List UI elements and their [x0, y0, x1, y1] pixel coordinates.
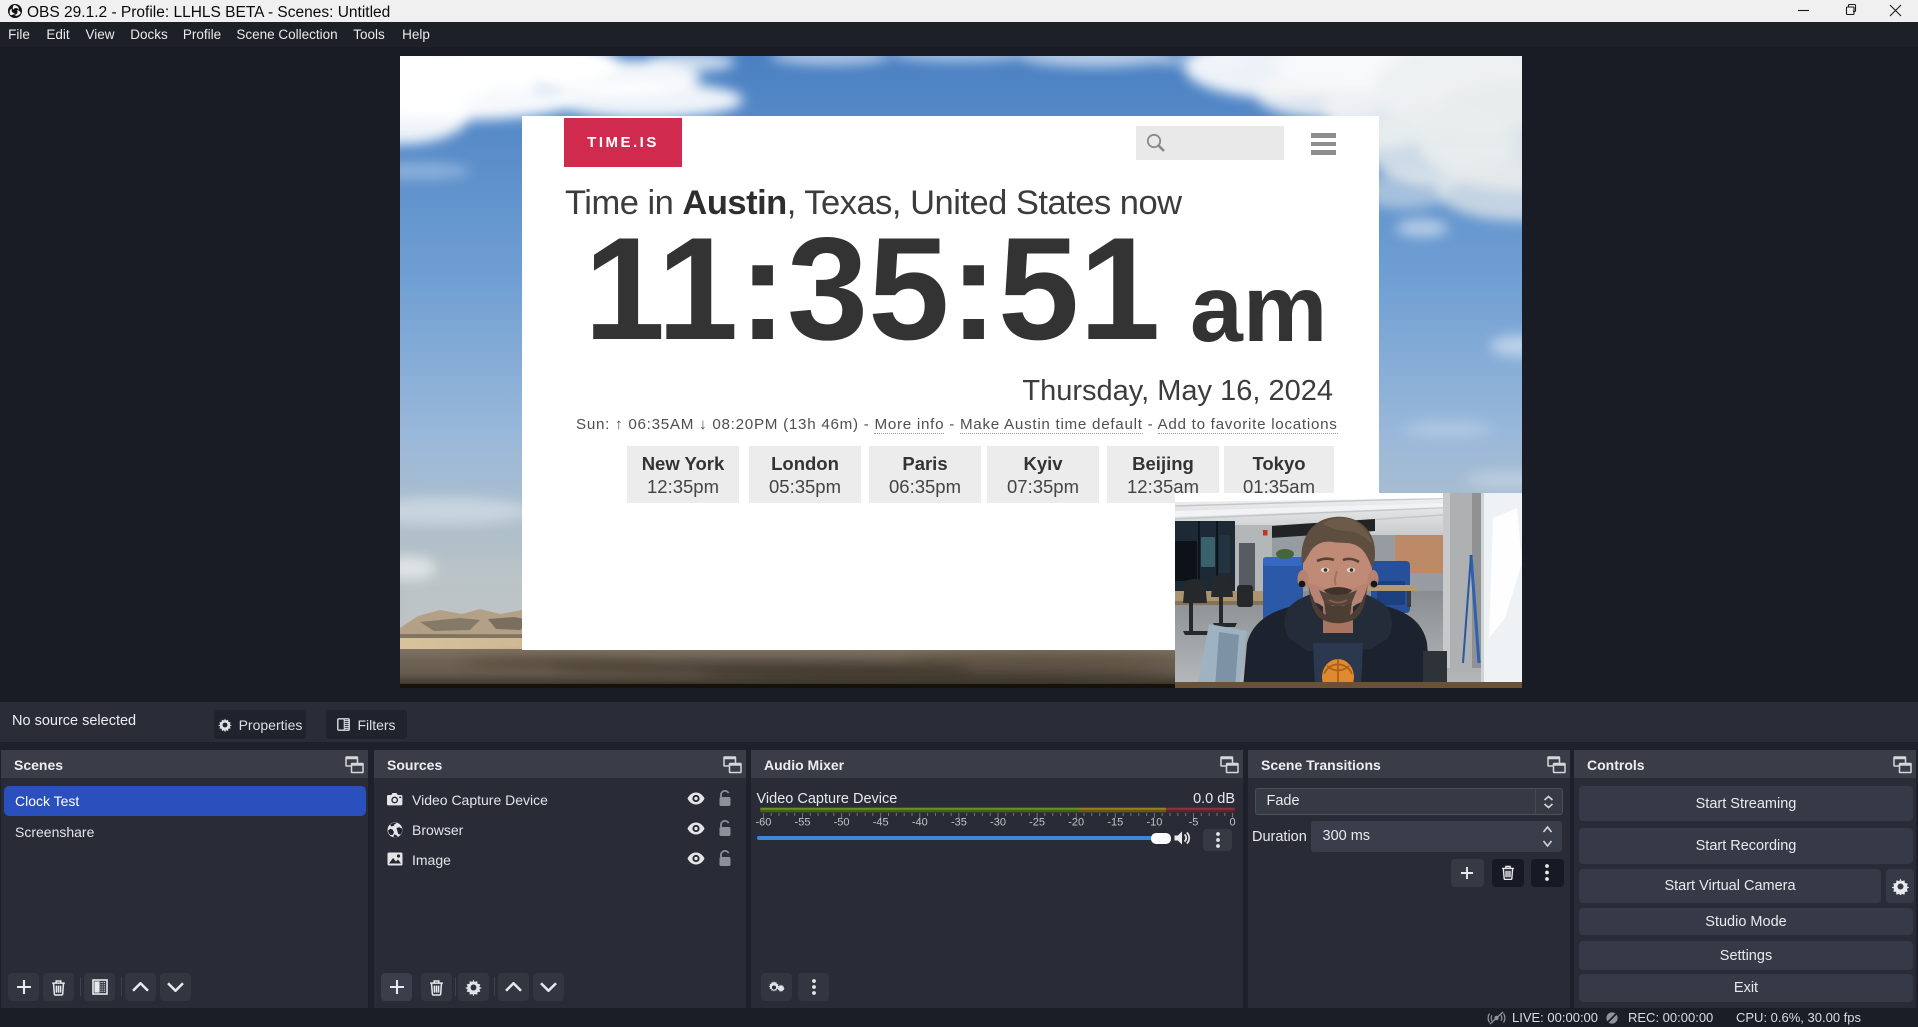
svg-text:-15: -15 — [1107, 817, 1123, 829]
svg-text:-10: -10 — [1146, 817, 1162, 829]
svg-text:-40: -40 — [912, 817, 928, 829]
svg-text:-50: -50 — [834, 817, 850, 829]
svg-text:-30: -30 — [990, 817, 1006, 829]
svg-text:0: 0 — [1230, 817, 1236, 829]
svg-text:-5: -5 — [1189, 817, 1199, 829]
svg-text:-60: -60 — [755, 817, 771, 829]
svg-text:-55: -55 — [795, 817, 811, 829]
svg-text:-45: -45 — [873, 817, 889, 829]
svg-text:-20: -20 — [1068, 817, 1084, 829]
svg-text:-35: -35 — [951, 817, 967, 829]
svg-text:-25: -25 — [1029, 817, 1045, 829]
